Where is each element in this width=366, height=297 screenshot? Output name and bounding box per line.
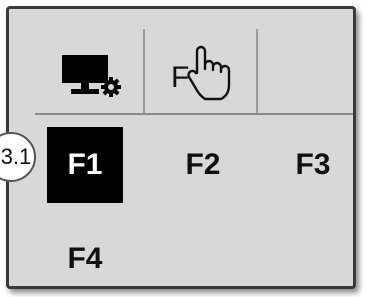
toolbar-empty-slot xyxy=(258,29,353,113)
f2-key[interactable]: F2 xyxy=(165,127,241,203)
callout-label: 3.1 xyxy=(0,144,32,169)
monitor-settings-icon xyxy=(62,55,121,97)
monitor-settings-button[interactable] xyxy=(35,29,145,113)
f3-key[interactable]: F3 xyxy=(275,127,351,203)
function-key-grid: F1 F2 F3 F4 xyxy=(35,115,353,286)
function-touch-letter: F xyxy=(171,61,189,94)
function-touch-icon: F xyxy=(171,45,231,101)
device-frame: F F1 F2 F3 F4 3.1 xyxy=(0,0,366,297)
toolbar: F xyxy=(35,29,353,115)
f4-key[interactable]: F4 xyxy=(47,221,123,286)
display-screen: F F1 F2 F3 F4 xyxy=(6,6,356,289)
f1-key[interactable]: F1 xyxy=(47,127,123,203)
function-touch-button[interactable]: F xyxy=(145,29,258,113)
